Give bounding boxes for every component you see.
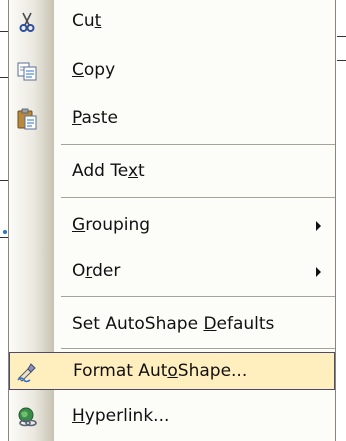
document-line (337, 60, 346, 61)
format-shape-icon (16, 361, 38, 383)
context-menu: Cut Copy Paste Add Text Grouping Order S… (8, 0, 336, 441)
menu-separator (61, 144, 335, 145)
document-line (0, 31, 8, 32)
document-line (0, 237, 8, 238)
menu-item-set-autoshape-defaults[interactable]: Set AutoShape Defaults (9, 305, 335, 343)
menu-separator (61, 348, 335, 349)
menu-item-copy[interactable]: Copy (9, 51, 335, 89)
menu-item-label: Add Text (72, 161, 145, 181)
menu-item-cut[interactable]: Cut (9, 2, 335, 40)
clipboard-icon (16, 108, 38, 130)
document-line (0, 77, 8, 78)
menu-item-label: Grouping (72, 215, 151, 235)
submenu-arrow-icon (316, 221, 321, 231)
menu-item-label: Paste (72, 108, 118, 128)
menu-separator (61, 296, 335, 297)
copy-icon (16, 60, 38, 82)
menu-item-label: Format AutoShape... (73, 361, 248, 381)
document-line (0, 180, 8, 181)
menu-separator (61, 197, 335, 198)
menu-item-hyperlink[interactable]: Hyperlink... (9, 397, 335, 435)
menu-item-label: Copy (72, 60, 116, 80)
scissors-icon (16, 11, 38, 33)
menu-item-label: Cut (72, 11, 102, 31)
submenu-arrow-icon (316, 267, 321, 277)
document-dot (3, 230, 7, 234)
document-line (337, 36, 346, 37)
menu-item-order[interactable]: Order (9, 252, 335, 290)
menu-item-add-text[interactable]: Add Text (9, 152, 335, 190)
desktop-background: Cut Copy Paste Add Text Grouping Order S… (0, 0, 346, 441)
menu-item-paste[interactable]: Paste (9, 99, 335, 137)
hyperlink-globe-icon (16, 406, 38, 428)
menu-item-format-autoshape[interactable]: Format AutoShape... (9, 352, 335, 390)
menu-item-label: Order (72, 261, 121, 281)
menu-item-grouping[interactable]: Grouping (9, 206, 335, 244)
menu-item-label: Set AutoShape Defaults (72, 314, 275, 334)
menu-item-label: Hyperlink... (72, 406, 170, 426)
